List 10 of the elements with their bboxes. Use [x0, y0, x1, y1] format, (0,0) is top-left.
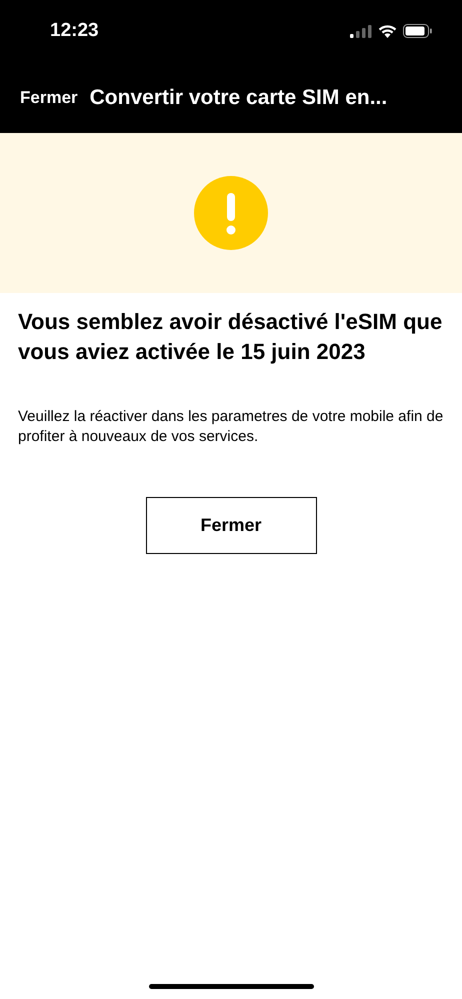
status-time: 12:23	[50, 18, 99, 43]
wifi-icon	[378, 24, 397, 38]
warning-icon	[194, 176, 268, 250]
signal-icon	[350, 24, 372, 38]
close-button[interactable]: Fermer	[146, 497, 316, 554]
close-link[interactable]: Fermer	[20, 84, 78, 110]
battery-icon	[403, 24, 432, 38]
message-title: Vous semblez avoir désactivé l'eSIM que vous aviez activée le 15 juin 2023	[18, 308, 444, 366]
page-title: Convertir votre carte SIM en...	[90, 84, 388, 111]
message-body: Veuillez la réactiver dans les parametres de votre mobile afin de profiter à nouveaux de vos services.	[18, 407, 444, 447]
